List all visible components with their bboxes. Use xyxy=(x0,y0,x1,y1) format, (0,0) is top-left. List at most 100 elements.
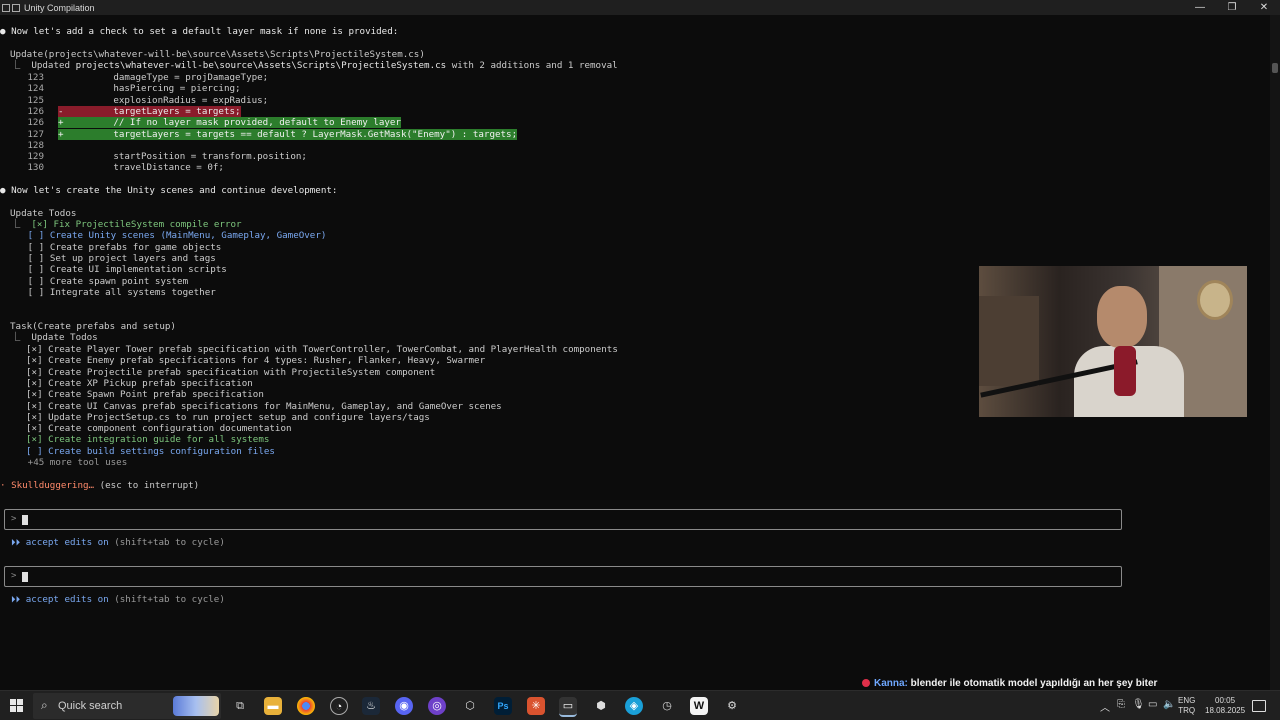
diff-content xyxy=(58,140,64,151)
diff-content: explosionRadius = expRadius; xyxy=(58,95,268,106)
code-line: 130 travelDistance = 0f; xyxy=(0,162,224,173)
taskbar-search[interactable]: ⌕ Quick search xyxy=(33,693,221,719)
todo-text: Create Projectile prefab specification w… xyxy=(42,366,436,378)
code-text: travelDistance = 0f; xyxy=(63,162,224,174)
todo-box: [ ] xyxy=(27,264,45,276)
language-indicator[interactable]: ENG TRQ xyxy=(1178,696,1195,716)
mode-indicator: ⏵⏵ accept edits on (shift+tab to cycle) xyxy=(11,594,225,605)
timer-app-icon[interactable]: ◔ xyxy=(330,697,348,715)
todo-box: [ ] xyxy=(27,230,45,242)
prompt-symbol: > xyxy=(11,571,17,581)
windows-start-icon[interactable] xyxy=(10,699,24,713)
task-view-icon[interactable]: ⧉ xyxy=(231,697,249,715)
claude-icon[interactable]: ✳ xyxy=(527,697,545,715)
window-titlebar: Unity Compilation — ❐ ✕ xyxy=(0,0,1280,15)
todo-item: [×] Create XP Pickup prefab specificatio… xyxy=(26,378,253,389)
diff-sign xyxy=(58,140,64,151)
notification-icon[interactable] xyxy=(1252,700,1266,712)
system-clock[interactable]: 00:05 18.08.2025 xyxy=(1205,696,1245,716)
line-number: 128 xyxy=(27,139,44,151)
todo-text: Create integration guide for all systems xyxy=(42,434,270,446)
code-text: // If no layer mask provided, default to… xyxy=(63,117,401,129)
todo-item: ⎿ [×] Fix ProjectileSystem compile error xyxy=(0,219,241,230)
photoshop-icon[interactable]: Ps xyxy=(494,697,512,715)
vpn-icon[interactable]: ◈ xyxy=(625,697,643,715)
tray-usb-icon[interactable]: ⎘ xyxy=(1117,699,1125,710)
diff-content: damageType = projDamageType; xyxy=(58,72,268,83)
tray-volume-icon[interactable]: 🔈 xyxy=(1163,699,1175,710)
scrollbar-thumb[interactable] xyxy=(1272,63,1278,73)
unity-editor-icon[interactable]: ⬢ xyxy=(592,697,610,715)
todo-item: [×] Create Spawn Point prefab specificat… xyxy=(26,389,264,400)
tool-call-header: Update(projects\whatever-will-be\source\… xyxy=(10,49,425,60)
clock-date: 18.08.2025 xyxy=(1205,706,1246,715)
todo-box: [ ] xyxy=(27,286,45,298)
mode-indicator: ⏵⏵ accept edits on (shift+tab to cycle) xyxy=(11,537,225,548)
code-line: 129 startPosition = transform.position; xyxy=(0,151,307,162)
summary-suffix: with 2 additions and 1 removal xyxy=(446,60,618,71)
tray-mic-icon[interactable]: 🎙 xyxy=(1132,699,1145,710)
code-text: explosionRadius = expRadius; xyxy=(63,94,269,106)
todo-text: Create spawn point system xyxy=(44,275,189,287)
window-title: Unity Compilation xyxy=(24,2,95,13)
mode-hint: (shift+tab to cycle) xyxy=(108,594,225,605)
close-button[interactable]: ✕ xyxy=(1248,0,1280,15)
webcam-person-head xyxy=(1097,286,1147,348)
terminal-icon xyxy=(2,3,10,12)
terminal-taskbar-icon[interactable]: ▭ xyxy=(559,697,577,717)
todo-item: [×] Create Projectile prefab specificati… xyxy=(26,367,435,378)
tray-chevron-icon[interactable]: ︿ xyxy=(1100,699,1110,714)
chat-username: Kanna: xyxy=(874,678,908,689)
github-icon[interactable]: ◎ xyxy=(428,697,446,715)
todo-item: [×] Update ProjectSetup.cs to run projec… xyxy=(26,412,430,423)
youtube-icon xyxy=(862,679,870,687)
clock-time: 00:05 xyxy=(1215,696,1236,705)
todo-text: Create Spawn Point prefab specification xyxy=(42,389,264,401)
assistant-message: ● Now let's create the Unity scenes and … xyxy=(0,185,338,196)
capcut-icon[interactable]: W xyxy=(690,697,708,715)
minimize-button[interactable]: — xyxy=(1184,0,1216,15)
text-cursor xyxy=(22,515,28,525)
prompt-input[interactable]: > xyxy=(4,566,1122,587)
todo-item: [ ] Create prefabs for game objects xyxy=(0,242,222,253)
todo-text: Create Enemy prefab specifications for 4… xyxy=(42,355,486,367)
search-highlight-art xyxy=(173,696,219,716)
line-number: 129 xyxy=(27,151,44,163)
code-line: 127 + targetLayers = targets == default ?… xyxy=(0,128,518,140)
scrollbar[interactable] xyxy=(1270,15,1280,690)
clock-app-icon[interactable]: ◷ xyxy=(658,697,676,715)
window-menu-icon[interactable] xyxy=(12,3,20,12)
unity-hub-icon[interactable]: ⬡ xyxy=(461,697,479,715)
todo-item: [×] Create component configuration docum… xyxy=(26,423,292,434)
todo-box: [×] xyxy=(26,434,43,446)
todo-text: Set up project layers and tags xyxy=(44,252,216,264)
line-number: 124 xyxy=(27,83,44,95)
more-tool-uses[interactable]: +45 more tool uses xyxy=(0,457,128,468)
todo-prefix: ⎿ xyxy=(0,219,32,230)
steam-icon[interactable]: ♨ xyxy=(362,697,380,715)
prompt-input[interactable]: > xyxy=(4,509,1122,530)
line-number: 127 xyxy=(27,128,44,140)
todo-box: [×] xyxy=(26,423,43,435)
accept-edits-icon: ⏵⏵ xyxy=(11,537,21,548)
diff-content: hasPiercing = piercing; xyxy=(58,83,240,94)
accept-edits-icon: ⏵⏵ xyxy=(11,594,21,605)
todo-item: [×] Create Player Tower prefab specifica… xyxy=(26,344,618,355)
code-line: 126 - targetLayers = targets; xyxy=(0,105,241,117)
status-hint: (esc to interrupt) xyxy=(94,480,200,491)
keyboard-layout: TRQ xyxy=(1178,706,1196,715)
prompt-symbol: > xyxy=(11,514,17,524)
todo-box: [×] xyxy=(26,366,43,378)
line-number: 130 xyxy=(27,162,44,174)
maximize-button[interactable]: ❐ xyxy=(1216,0,1248,15)
todo-text: Update ProjectSetup.cs to run project se… xyxy=(42,411,430,423)
todo-item: [ ] Create spawn point system xyxy=(0,276,188,287)
chrome-icon[interactable] xyxy=(297,697,315,715)
tray-network-icon[interactable]: ▭ xyxy=(1148,699,1157,710)
line-number: 126 xyxy=(27,117,44,129)
summary-prefix: ⎿ Updated xyxy=(0,60,76,71)
settings-gear-icon[interactable]: ⚙ xyxy=(723,697,741,715)
todo-text: Create XP Pickup prefab specification xyxy=(42,377,253,389)
file-explorer-icon[interactable]: ▬ xyxy=(264,697,282,715)
discord-icon[interactable]: ◉ xyxy=(395,697,413,715)
